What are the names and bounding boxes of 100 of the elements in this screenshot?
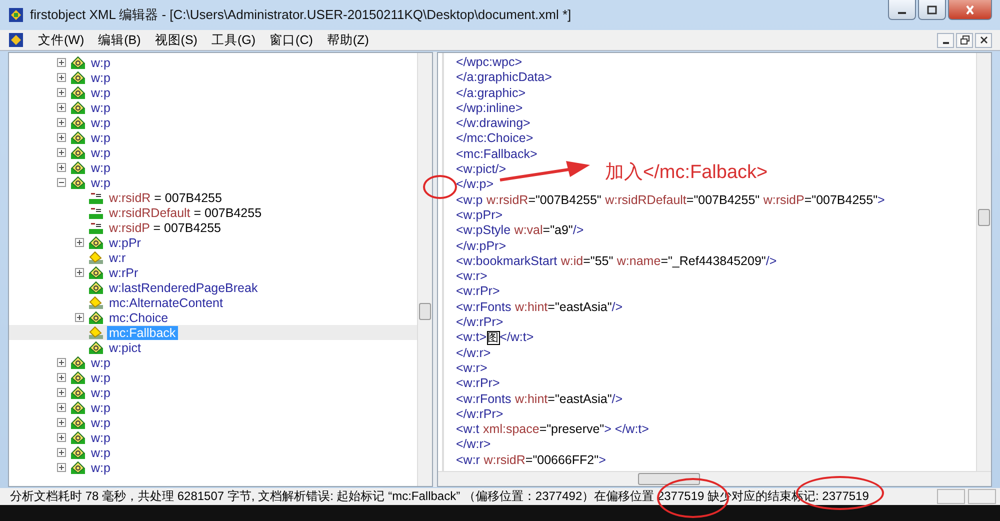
code-line: <w:t>图</w:t> xyxy=(456,330,534,346)
scrollbar[interactable] xyxy=(438,471,991,486)
element-icon xyxy=(88,280,104,294)
expand-toggle[interactable] xyxy=(57,432,67,442)
scrollbar-thumb[interactable] xyxy=(978,209,990,226)
code-line: </wp:inline> xyxy=(456,100,523,116)
expand-toggle[interactable] xyxy=(75,312,85,322)
tree-node[interactable]: w:lastRenderedPageBreak xyxy=(107,280,260,294)
menu-item[interactable]: 视图(S) xyxy=(148,30,204,50)
expand-toggle[interactable] xyxy=(57,462,67,472)
element-icon xyxy=(70,460,86,474)
tree-node[interactable]: w:p xyxy=(89,400,112,414)
scrollbar-thumb[interactable] xyxy=(419,303,431,320)
element-icon xyxy=(70,356,86,370)
tree-node[interactable]: w:pict xyxy=(107,340,143,354)
expand-toggle[interactable] xyxy=(57,72,67,82)
open-element-icon xyxy=(88,326,104,340)
element-icon xyxy=(70,446,86,460)
element-icon xyxy=(70,86,86,100)
code-line: </w:drawing> xyxy=(456,116,530,132)
menu-item[interactable]: 编辑(B) xyxy=(92,30,147,50)
maximize-icon xyxy=(926,4,938,14)
code-line: </w:rPr> xyxy=(456,406,504,422)
code-line: </w:p> xyxy=(456,177,494,193)
attribute-node[interactable]: w:rsidP = 007B4255 xyxy=(107,220,224,234)
expand-toggle[interactable] xyxy=(75,238,85,248)
expand-toggle[interactable] xyxy=(57,58,67,68)
menu-item[interactable]: 帮助(Z) xyxy=(320,30,375,50)
code-line: <w:r> xyxy=(456,269,488,284)
tree-node[interactable]: mc:AlternateContent xyxy=(107,296,225,310)
tree-node[interactable]: w:p xyxy=(89,370,112,384)
code-line: <w:t xml:space="preserve"> </w:t> xyxy=(456,422,649,438)
tree-node[interactable]: w:p xyxy=(89,70,112,84)
highlight-ellipse xyxy=(423,175,457,199)
tree-node[interactable]: w:p xyxy=(89,130,112,144)
code-line: <w:rPr> xyxy=(456,284,500,300)
element-icon xyxy=(70,116,86,130)
tree-node[interactable]: w:p xyxy=(89,56,112,70)
tree-node[interactable]: mc:Choice xyxy=(107,310,170,324)
close-button[interactable] xyxy=(948,0,992,20)
maximize-button[interactable] xyxy=(918,0,946,20)
menu-item[interactable]: 工具(G) xyxy=(205,30,262,50)
code-line: <w:r> xyxy=(456,360,488,376)
tree-node[interactable]: w:p xyxy=(89,416,112,430)
menu-item[interactable]: 窗口(C) xyxy=(264,30,319,50)
tree-node[interactable]: w:r xyxy=(107,250,128,264)
minimize-button[interactable] xyxy=(888,0,916,20)
expand-toggle[interactable] xyxy=(57,402,67,412)
code-line: </a:graphicData> xyxy=(456,70,552,86)
expand-toggle[interactable] xyxy=(57,118,67,128)
element-icon xyxy=(88,310,104,324)
tree-node[interactable]: w:p xyxy=(89,146,112,160)
expand-toggle[interactable] xyxy=(57,388,67,398)
expand-toggle[interactable] xyxy=(57,418,67,428)
minimize-icon xyxy=(898,12,906,14)
tree-node[interactable]: w:p xyxy=(89,100,112,114)
tree-node[interactable]: w:p xyxy=(89,446,112,460)
code-line: <mc:Fallback> xyxy=(456,146,538,162)
tree-node[interactable]: w:p xyxy=(89,160,112,174)
element-icon xyxy=(88,266,104,280)
menu-item[interactable]: 文件(W) xyxy=(32,30,90,50)
tree-node[interactable]: w:pPr xyxy=(107,236,143,250)
expand-toggle[interactable] xyxy=(75,268,85,278)
tree-node[interactable]: w:p xyxy=(89,386,112,400)
tree-node[interactable]: w:p xyxy=(89,116,112,130)
expand-toggle[interactable] xyxy=(57,178,67,188)
code-line: <w:rFonts w:hint="eastAsia"/> xyxy=(456,392,623,407)
expand-toggle[interactable] xyxy=(57,132,67,142)
code-line: <w:pStyle w:val="a9"/> xyxy=(456,223,584,239)
tree-node[interactable]: w:rPr xyxy=(107,266,140,280)
expand-toggle[interactable] xyxy=(57,162,67,172)
expand-toggle[interactable] xyxy=(57,448,67,458)
element-icon xyxy=(70,130,86,144)
scrollbar-thumb[interactable] xyxy=(638,473,700,485)
scrollbar[interactable] xyxy=(976,53,991,471)
minimize-button[interactable] xyxy=(937,32,954,48)
code-line: <w:bookmarkStart w:id="55" w:name="_Ref443845209"/> xyxy=(456,254,777,270)
expand-toggle[interactable] xyxy=(57,148,67,158)
open-element-icon xyxy=(88,296,104,310)
element-icon xyxy=(70,160,86,174)
tree-node[interactable]: w:p xyxy=(89,176,112,190)
scrollbar[interactable] xyxy=(417,53,432,486)
element-icon xyxy=(70,430,86,444)
tree-node[interactable]: w:p xyxy=(89,430,112,444)
attribute-node[interactable]: w:rsidRDefault = 007B4255 xyxy=(107,206,264,220)
tree-node[interactable]: w:p xyxy=(89,460,112,474)
tree-node[interactable]: w:p xyxy=(89,86,112,100)
attribute-icon xyxy=(88,220,104,234)
expand-toggle[interactable] xyxy=(57,372,67,382)
close-button[interactable] xyxy=(975,32,992,48)
element-icon xyxy=(70,56,86,70)
tree-node[interactable]: w:p xyxy=(89,356,112,370)
code-line: <w:pict/> xyxy=(456,162,506,178)
minimize-icon xyxy=(942,42,948,44)
attribute-node[interactable]: w:rsidR = 007B4255 xyxy=(107,190,224,204)
expand-toggle[interactable] xyxy=(57,88,67,98)
expand-toggle[interactable] xyxy=(57,358,67,368)
annotation-text: 加入</mc:Falback> xyxy=(605,161,768,185)
expand-toggle[interactable] xyxy=(57,102,67,112)
restore-button[interactable] xyxy=(956,32,973,48)
